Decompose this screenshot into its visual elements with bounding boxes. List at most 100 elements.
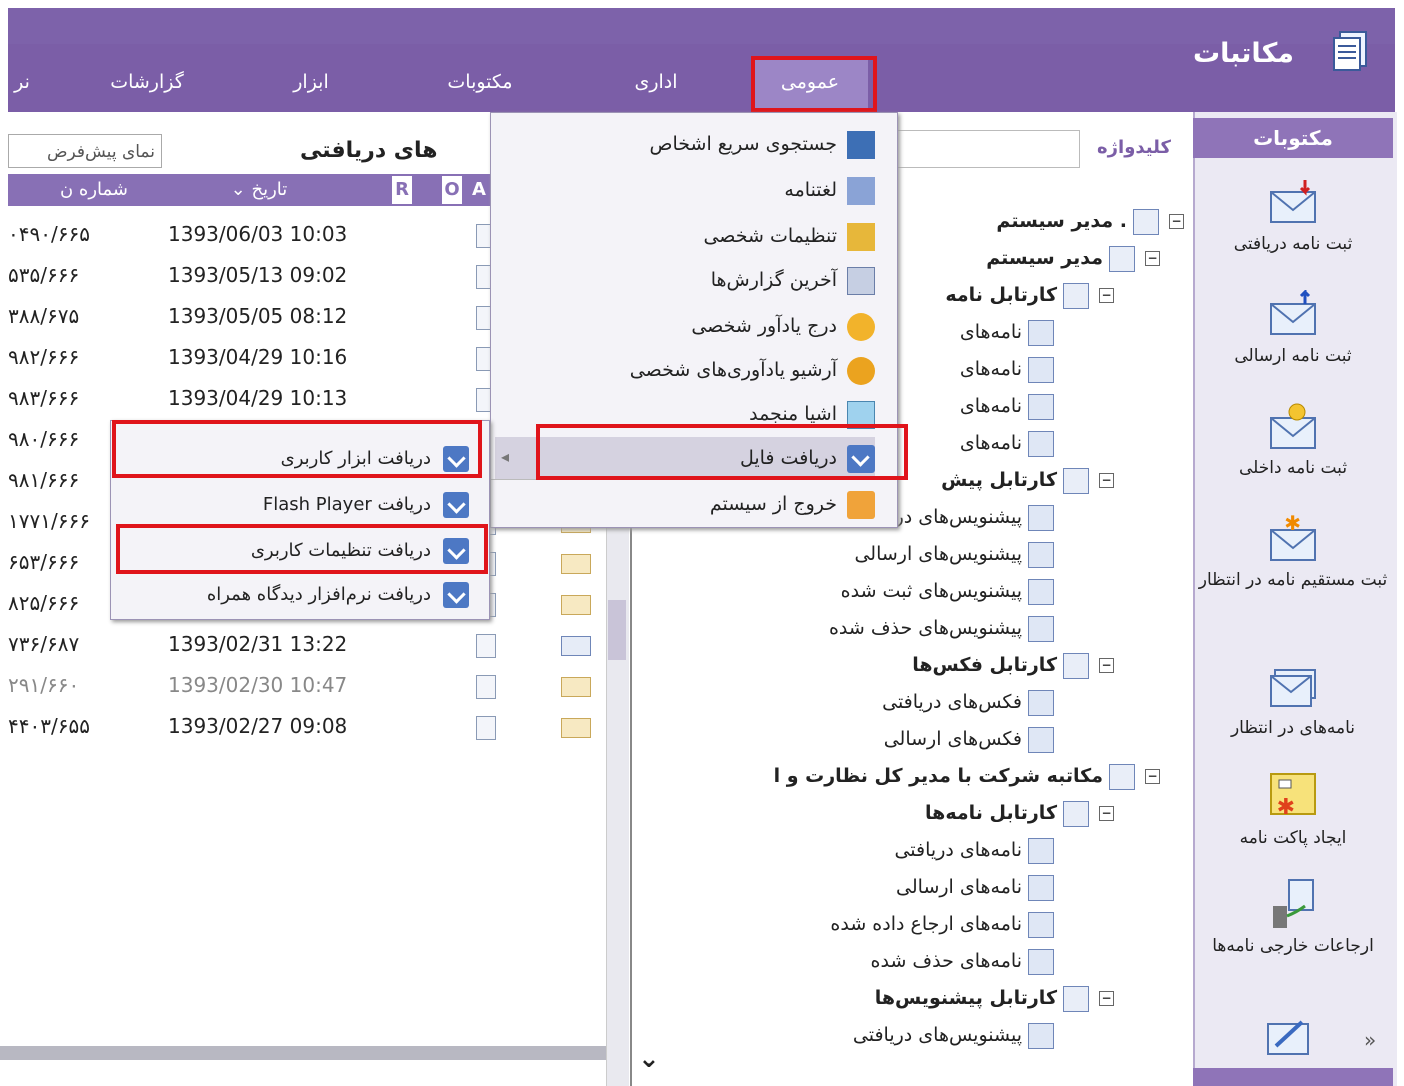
sidebar-item-create-envelope[interactable]: ✱ ایجاد پاکت نامه <box>1193 768 1393 848</box>
folder-icon <box>1028 911 1054 938</box>
row-date: 1393/04/29 10:16 <box>168 345 348 369</box>
tab-software[interactable]: نر <box>8 64 36 100</box>
folder-icon <box>1028 1022 1054 1049</box>
row-date: 1393/02/30 10:47 <box>168 673 348 697</box>
tree-node[interactable]: نامه‌های <box>960 389 1054 423</box>
menu-item-latest-reports[interactable]: آخرین گزارش‌ها <box>495 259 875 301</box>
collapse-icon[interactable]: − <box>1099 288 1114 303</box>
folder-icon <box>1028 689 1054 716</box>
tree-node[interactable]: − کارتابل پیشنویس‌ها <box>875 981 1114 1015</box>
menu-item-logout[interactable]: خروج از سیستم <box>495 483 875 525</box>
menu-item-label: آرشیو یادآوری‌های شخصی <box>629 359 837 381</box>
sidebar-scroll-down-icon[interactable]: » <box>1364 1028 1376 1052</box>
tree-node[interactable]: نامه‌های <box>960 426 1054 460</box>
tree-node[interactable]: فکس‌های ارسالی <box>884 722 1054 756</box>
sidebar-item-direct-pending[interactable]: ✱ ثبت مستقیم نامه در انتظار <box>1193 514 1393 590</box>
tree-node[interactable]: نامه‌های ارجاع داده شده <box>830 907 1054 941</box>
folder-icon <box>1028 578 1054 605</box>
table-row[interactable]: ۴۴۰۳/۶۵۵ 1393/02/27 09:08 <box>8 706 598 747</box>
menu-item-quick-search[interactable]: جستجوی سریع اشخاص <box>495 123 875 165</box>
submenu-item-flash-player[interactable]: دریافت Flash Player <box>119 483 469 527</box>
row-date: 1393/05/05 08:12 <box>168 304 348 328</box>
column-date[interactable]: تاریخ ⌄ <box>204 174 314 206</box>
tree-node-label: . مدیر سیستم <box>996 210 1127 232</box>
row-date: 1393/06/03 10:03 <box>168 222 348 246</box>
tree-node[interactable]: − مکاتبه شرکت با مدیر کل نظارت و ا <box>774 759 1160 793</box>
collapse-icon[interactable]: − <box>1145 769 1160 784</box>
menu-item-dictionary[interactable]: لغتنامه <box>495 169 875 211</box>
collapse-icon[interactable]: − <box>1099 473 1114 488</box>
envelope-icon <box>561 636 591 656</box>
tree-node[interactable]: نامه‌های <box>960 315 1054 349</box>
tree-node[interactable]: نامه‌های دریافتی <box>894 833 1054 867</box>
sidebar-item-incoming[interactable]: ثبت نامه دریافتی <box>1193 178 1393 254</box>
tree-node[interactable]: نامه‌های ارسالی <box>896 870 1054 904</box>
external-referral-icon <box>1273 879 1314 928</box>
tab-tools[interactable]: ابزار <box>266 64 356 100</box>
column-number[interactable]: شماره ن <box>8 174 128 206</box>
tree-node[interactable]: پیشنویس‌های ارسالی <box>854 537 1054 571</box>
sidebar-item-internal[interactable]: ثبت نامه داخلی <box>1193 402 1393 478</box>
menu-item-personal-settings[interactable]: تنظیمات شخصی <box>495 215 875 257</box>
tree-node[interactable]: − کارتابل نامه‌ها <box>925 796 1114 830</box>
tree-node[interactable]: پیشنویس‌های دریافتی <box>853 1018 1054 1052</box>
collapse-icon[interactable]: − <box>1099 806 1114 821</box>
sidebar-item-pending[interactable]: نامه‌های در انتظار <box>1193 662 1393 738</box>
row-number: ۳۸۸/۶۷۵ <box>8 304 80 328</box>
view-selector[interactable]: نمای پیش‌فرض <box>8 134 162 168</box>
tree-node-label: کارتابل نامه‌ها <box>925 802 1057 824</box>
column-r[interactable]: R <box>392 176 412 204</box>
folder-icon <box>1063 652 1089 679</box>
edit-letter-icon[interactable] <box>1258 1016 1318 1062</box>
collapse-icon[interactable]: − <box>1099 658 1114 673</box>
envelope-in-icon <box>1270 180 1316 223</box>
submenu-item-mobile-app[interactable]: دریافت نرم‌افزار دیدگاه همراه <box>119 573 469 617</box>
row-number: ۹۸۲/۶۶۶ <box>8 345 80 369</box>
tree-node-label: فکس‌های دریافتی <box>882 691 1022 713</box>
sidebar-item-outgoing[interactable]: ثبت نامه ارسالی <box>1193 290 1393 366</box>
row-number: ۵۳۵/۶۶۶ <box>8 263 80 287</box>
tree-node[interactable]: − مدیر سیستم <box>986 241 1160 275</box>
tab-written[interactable]: مکتوبات <box>420 64 540 100</box>
menu-item-add-reminder[interactable]: درج یادآور شخصی <box>495 305 875 347</box>
table-row[interactable]: ۲۹۱/۶۶۰ 1393/02/30 10:47 <box>8 665 598 706</box>
highlight-download-file <box>536 424 908 480</box>
sidebar-item-external-referrals[interactable]: ارجاعات خارجی نامه‌ها <box>1193 876 1393 956</box>
collapse-icon[interactable]: − <box>1099 991 1114 1006</box>
tab-reports[interactable]: گزارشات <box>92 64 202 100</box>
folder-icon <box>1133 208 1159 235</box>
horizontal-scrollbar[interactable] <box>0 1046 606 1060</box>
folder-icon <box>1028 726 1054 753</box>
tree-node[interactable]: نامه‌های حذف شده <box>871 944 1054 978</box>
column-a[interactable]: A <box>472 174 486 206</box>
tab-administrative[interactable]: اداری <box>596 64 716 100</box>
tree-node[interactable]: پیشنویس‌های ثبت شده <box>841 574 1054 608</box>
folder-icon <box>1109 245 1135 272</box>
tree-node[interactable]: پیشنویس‌های حذف شده <box>829 611 1054 645</box>
tree-node-label: نامه‌های ارسالی <box>896 876 1022 898</box>
column-o[interactable]: O <box>442 176 462 204</box>
tree-node-label: کارتابل فکس‌ها <box>912 654 1057 676</box>
collapse-icon[interactable]: − <box>1169 214 1184 229</box>
collapse-icon[interactable]: − <box>1145 251 1160 266</box>
tree-node-label: پیشنویس‌های ارسالی <box>854 543 1022 565</box>
tree-node[interactable]: نامه‌های <box>960 352 1054 386</box>
scroll-thumb[interactable] <box>608 600 626 660</box>
tree-node[interactable]: − کارتابل فکس‌ها <box>912 648 1114 682</box>
tree-node-label: کارتابل پیشنویس‌ها <box>874 987 1057 1009</box>
folder-icon <box>1063 282 1089 309</box>
menu-item-reminder-archive[interactable]: آرشیو یادآوری‌های شخصی <box>495 349 875 391</box>
envelope-icon <box>561 595 591 615</box>
report-icon <box>847 266 875 295</box>
row-number: ۲۹۱/۶۶۰ <box>8 673 80 697</box>
tree-node[interactable]: − کارتابل نامه <box>945 278 1114 312</box>
chevron-down-icon[interactable]: ⌄ <box>638 1044 660 1074</box>
folder-icon <box>1028 837 1054 864</box>
table-row[interactable]: ۷۳۶/۶۸۷ 1393/02/31 13:22 <box>8 624 598 665</box>
tree-node-label: پیشنویس‌های دریافتی <box>852 1024 1022 1046</box>
tree-node[interactable]: − کارتابل پیش <box>941 463 1114 497</box>
tree-node[interactable]: − . مدیر سیستم <box>996 204 1184 238</box>
letters-icon <box>1333 31 1367 71</box>
download-icon <box>443 492 469 518</box>
tree-node[interactable]: فکس‌های دریافتی <box>882 685 1054 719</box>
